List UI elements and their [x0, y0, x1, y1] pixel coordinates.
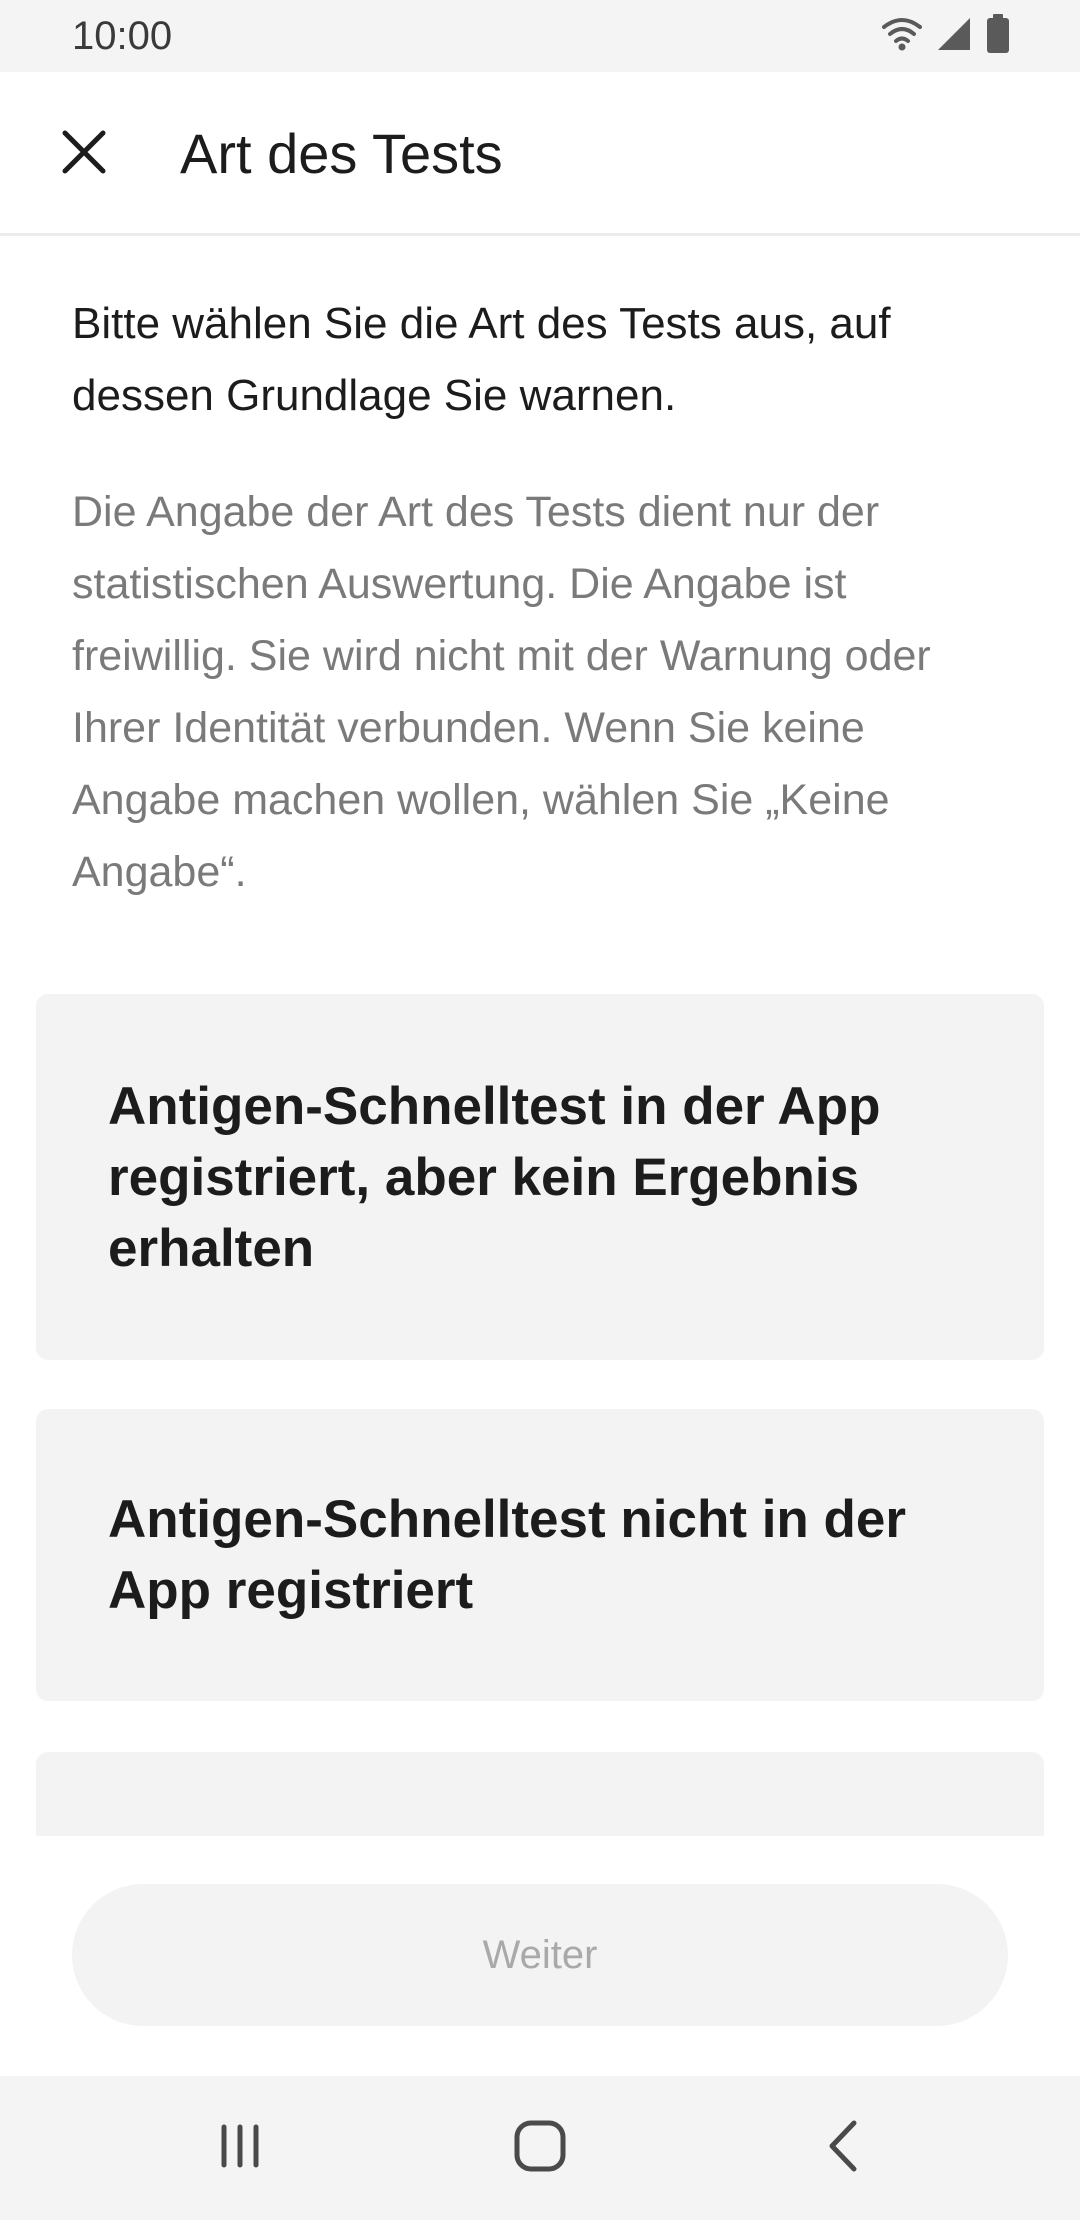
status-bar: 10:00: [0, 0, 1080, 72]
option-label: Antigen-Schnelltest in der App registrie…: [108, 1076, 881, 1278]
bottom-action-area: Weiter: [0, 1836, 1080, 2076]
back-icon: [824, 2119, 864, 2178]
recents-button[interactable]: [190, 2098, 290, 2198]
app-header: Art des Tests: [0, 72, 1080, 236]
close-icon: [61, 129, 107, 180]
home-button[interactable]: [490, 2098, 590, 2198]
screen: 10:00 Art des Tests Bitte wählen Sie die…: [0, 0, 1080, 2220]
next-button[interactable]: Weiter: [72, 1884, 1008, 2026]
status-icons: [882, 13, 1010, 59]
option-card-registered-no-result[interactable]: Antigen-Schnelltest in der App registrie…: [36, 994, 1044, 1360]
back-button[interactable]: [794, 2098, 894, 2198]
option-card-partially-visible[interactable]: [36, 1752, 1044, 1836]
option-label: Antigen-Schnelltest nicht in der App reg…: [108, 1490, 907, 1620]
intro-text: Bitte wählen Sie die Art des Tests aus, …: [72, 299, 891, 420]
wifi-icon: [882, 17, 922, 56]
note-text: Die Angabe der Art des Tests dient nur d…: [72, 488, 931, 896]
close-button[interactable]: [40, 110, 128, 198]
page-title: Art des Tests: [180, 122, 503, 185]
status-time: 10:00: [72, 14, 173, 58]
recents-icon: [215, 2121, 265, 2176]
home-icon: [513, 2119, 567, 2178]
battery-icon: [986, 13, 1010, 59]
content-scroll[interactable]: Bitte wählen Sie die Art des Tests aus, …: [0, 236, 1080, 1836]
option-card-not-registered[interactable]: Antigen-Schnelltest nicht in der App reg…: [36, 1409, 1044, 1701]
system-nav-bar: [0, 2076, 1080, 2220]
signal-icon: [936, 16, 972, 57]
